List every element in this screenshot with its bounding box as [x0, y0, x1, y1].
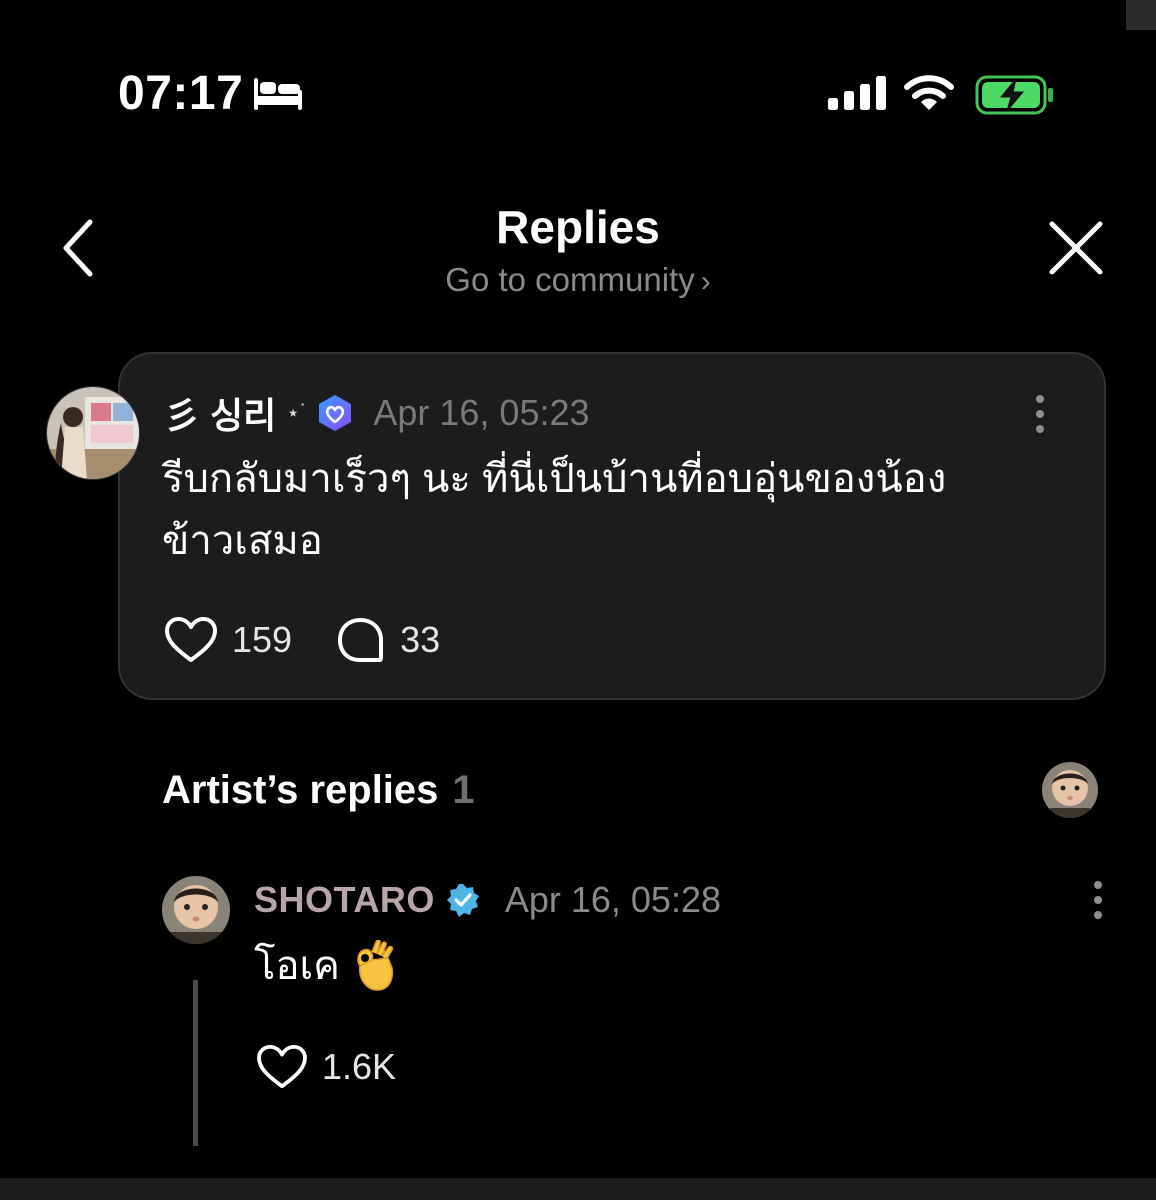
battery-charging-icon	[975, 75, 1053, 115]
comment-count: 33	[400, 619, 441, 660]
artist-avatar-image	[162, 876, 230, 944]
thread-line	[193, 980, 198, 1146]
reply-author-row: SHOTARO Apr 16, 05:28	[254, 874, 721, 926]
post-body-line-2: ข้าวเสมอ	[162, 519, 323, 563]
reply-timestamp: Apr 16, 05:28	[504, 879, 721, 920]
chevron-right-icon: ›	[700, 265, 711, 298]
verified-badge-icon	[446, 884, 479, 917]
artist-replies-label: Artist’s replies	[162, 768, 439, 812]
bottom-bar	[0, 1178, 1156, 1200]
close-button[interactable]	[1046, 218, 1106, 278]
more-vertical-icon[interactable]	[1032, 394, 1048, 434]
reply-body-text: โอเค	[254, 944, 340, 988]
fan-avatar[interactable]	[46, 386, 140, 480]
reply-like-button[interactable]: 1.6K	[256, 1044, 396, 1090]
fan-heart-badge-icon	[319, 395, 352, 431]
artist-replies-count: 1	[452, 768, 475, 812]
heart-icon	[257, 1044, 307, 1089]
post-body: รีบกลับมาเร็วๆ นะ ที่นี่เป็นบ้านที่อบอุ่…	[162, 448, 1042, 572]
post-comment-button[interactable]: 33	[336, 616, 440, 664]
artist-avatar-small-image	[1042, 762, 1098, 818]
cellular-signal-icon	[828, 76, 886, 110]
author-decoration: ⋆˙	[286, 400, 308, 425]
post-body-line-1: รีบกลับมาเร็วๆ นะ ที่นี่เป็นบ้านที่อบอุ่…	[162, 457, 947, 501]
reply-body: โอเค	[254, 938, 398, 994]
artist-replies-heading: Artist’s replies 1	[162, 764, 475, 816]
comment-bubble-icon	[338, 618, 384, 662]
wifi-icon	[904, 75, 954, 110]
post-actions: 159 33	[164, 616, 440, 664]
reply-author-name[interactable]: SHOTARO	[254, 879, 435, 921]
status-bar: 07:17	[0, 0, 1156, 190]
ok-hand-emoji	[357, 940, 394, 991]
artist-avatar-small[interactable]	[1042, 762, 1098, 818]
artist-avatar[interactable]	[162, 876, 230, 944]
fan-post-card: 彡 싱리 ⋆˙ Apr 16, 05:23 รีบกลับมาเร็วๆ นะ …	[118, 352, 1106, 700]
community-link-label: Go to community	[445, 261, 695, 298]
fan-avatar-image	[47, 387, 139, 479]
status-time: 07:17	[118, 67, 244, 120]
like-count: 159	[232, 619, 293, 660]
more-vertical-icon[interactable]	[1090, 880, 1106, 920]
heart-icon	[165, 617, 217, 662]
reply-like-count: 1.6K	[322, 1046, 397, 1087]
post-author-name[interactable]: 彡 싱리	[164, 387, 276, 439]
post-author-row: 彡 싱리 ⋆˙ Apr 16, 05:23	[164, 388, 590, 438]
bed-icon	[254, 78, 302, 110]
page-title: Replies	[496, 201, 660, 253]
go-to-community-link[interactable]: Go to community ›	[0, 260, 1156, 302]
post-like-button[interactable]: 159	[164, 616, 292, 664]
post-timestamp: Apr 16, 05:23	[373, 392, 590, 433]
reply-actions: 1.6K	[256, 1044, 396, 1090]
